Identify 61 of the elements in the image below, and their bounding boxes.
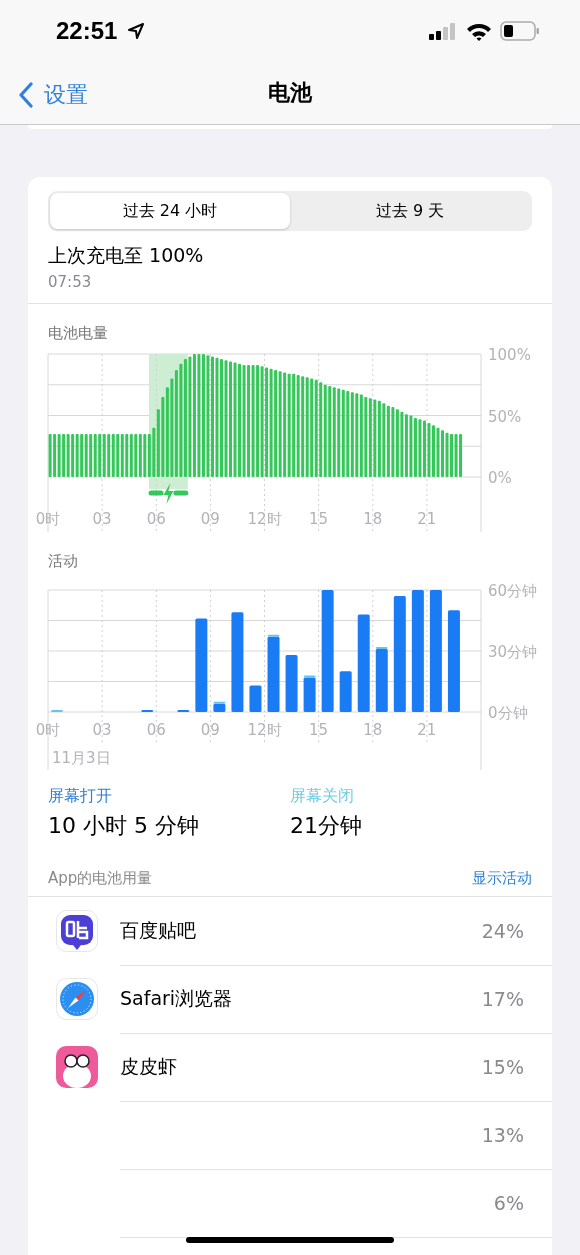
- axis-label: 15: [309, 510, 329, 528]
- axis-label: 12时: [247, 721, 282, 739]
- axis-label: 03: [92, 510, 112, 528]
- activity-bar: [285, 655, 298, 712]
- axis-label: 09: [200, 510, 220, 528]
- battery-percentage: 17%: [481, 987, 524, 1010]
- status-time: 22:51: [56, 17, 118, 45]
- last-charge-time: 07:53: [48, 273, 93, 291]
- stat-value: 21分钟: [290, 812, 363, 840]
- chart-date: 11月3日: [52, 749, 111, 767]
- battery-percentage: 6%: [493, 1191, 524, 1214]
- axis-label: 21: [417, 510, 437, 528]
- wifi-icon: [466, 21, 492, 41]
- axis-label: 0分钟: [488, 704, 528, 722]
- axis-label: 0%: [488, 469, 512, 487]
- stat-label: 屏幕关闭: [290, 786, 355, 807]
- signal-icon: [428, 22, 458, 40]
- axis-label: 09: [200, 721, 220, 739]
- axis-label: 30分钟: [488, 643, 538, 661]
- stat-value: 10 小时 5 分钟: [48, 812, 200, 840]
- battery-percentage: 24%: [481, 919, 524, 942]
- location-arrow-icon: [127, 22, 146, 40]
- axis-label: 15: [309, 721, 329, 739]
- period-tab[interactable]: 过去 24 小时: [50, 193, 290, 229]
- charging-indicator-icon: [148, 483, 189, 504]
- axis-label: 21: [417, 721, 437, 739]
- activity-bar: [177, 709, 190, 712]
- axis-label: 50%: [488, 407, 522, 426]
- app-icon: [56, 1046, 98, 1088]
- page-title: 电池: [268, 79, 312, 107]
- back-chevron-icon: [18, 82, 34, 108]
- app-name: Safari浏览器: [120, 985, 233, 1011]
- axis-label: 0时: [35, 510, 61, 528]
- axis-label: 0时: [35, 721, 61, 739]
- axis-label: 06: [146, 721, 166, 739]
- chart-title: 活动: [48, 552, 79, 571]
- back-button[interactable]: 设置: [16, 78, 90, 112]
- last-charge-text: 上次充电至 100%: [48, 243, 205, 268]
- axis-label: 06: [146, 510, 166, 528]
- battery-icon: [500, 21, 540, 41]
- compass-icon: [56, 978, 98, 1020]
- activity-bar: [339, 671, 352, 712]
- axis-label: 18: [363, 721, 383, 739]
- app-name: 皮皮虾: [120, 1053, 177, 1079]
- axis-label: 100%: [488, 347, 531, 364]
- section-header: App的电池用量: [48, 869, 153, 888]
- battery-percentage: 15%: [481, 1055, 524, 1078]
- battery-percentage: 13%: [481, 1123, 524, 1146]
- app-name: 百度贴吧: [120, 917, 196, 943]
- axis-label: 60分钟: [488, 582, 538, 600]
- app-icon: [56, 910, 98, 952]
- axis-label: 18: [363, 510, 383, 528]
- activity-bar: [51, 709, 63, 712]
- axis-label: 03: [92, 721, 112, 739]
- axis-label: 12时: [247, 510, 282, 528]
- show-activity-link[interactable]: 显示活动: [472, 869, 532, 888]
- activity-bar: [141, 709, 154, 712]
- stat-label: 屏幕打开: [48, 786, 113, 807]
- chart-title: 电池电量: [48, 324, 109, 343]
- activity-bar: [249, 685, 262, 712]
- period-tab[interactable]: 过去 9 天: [290, 193, 530, 229]
